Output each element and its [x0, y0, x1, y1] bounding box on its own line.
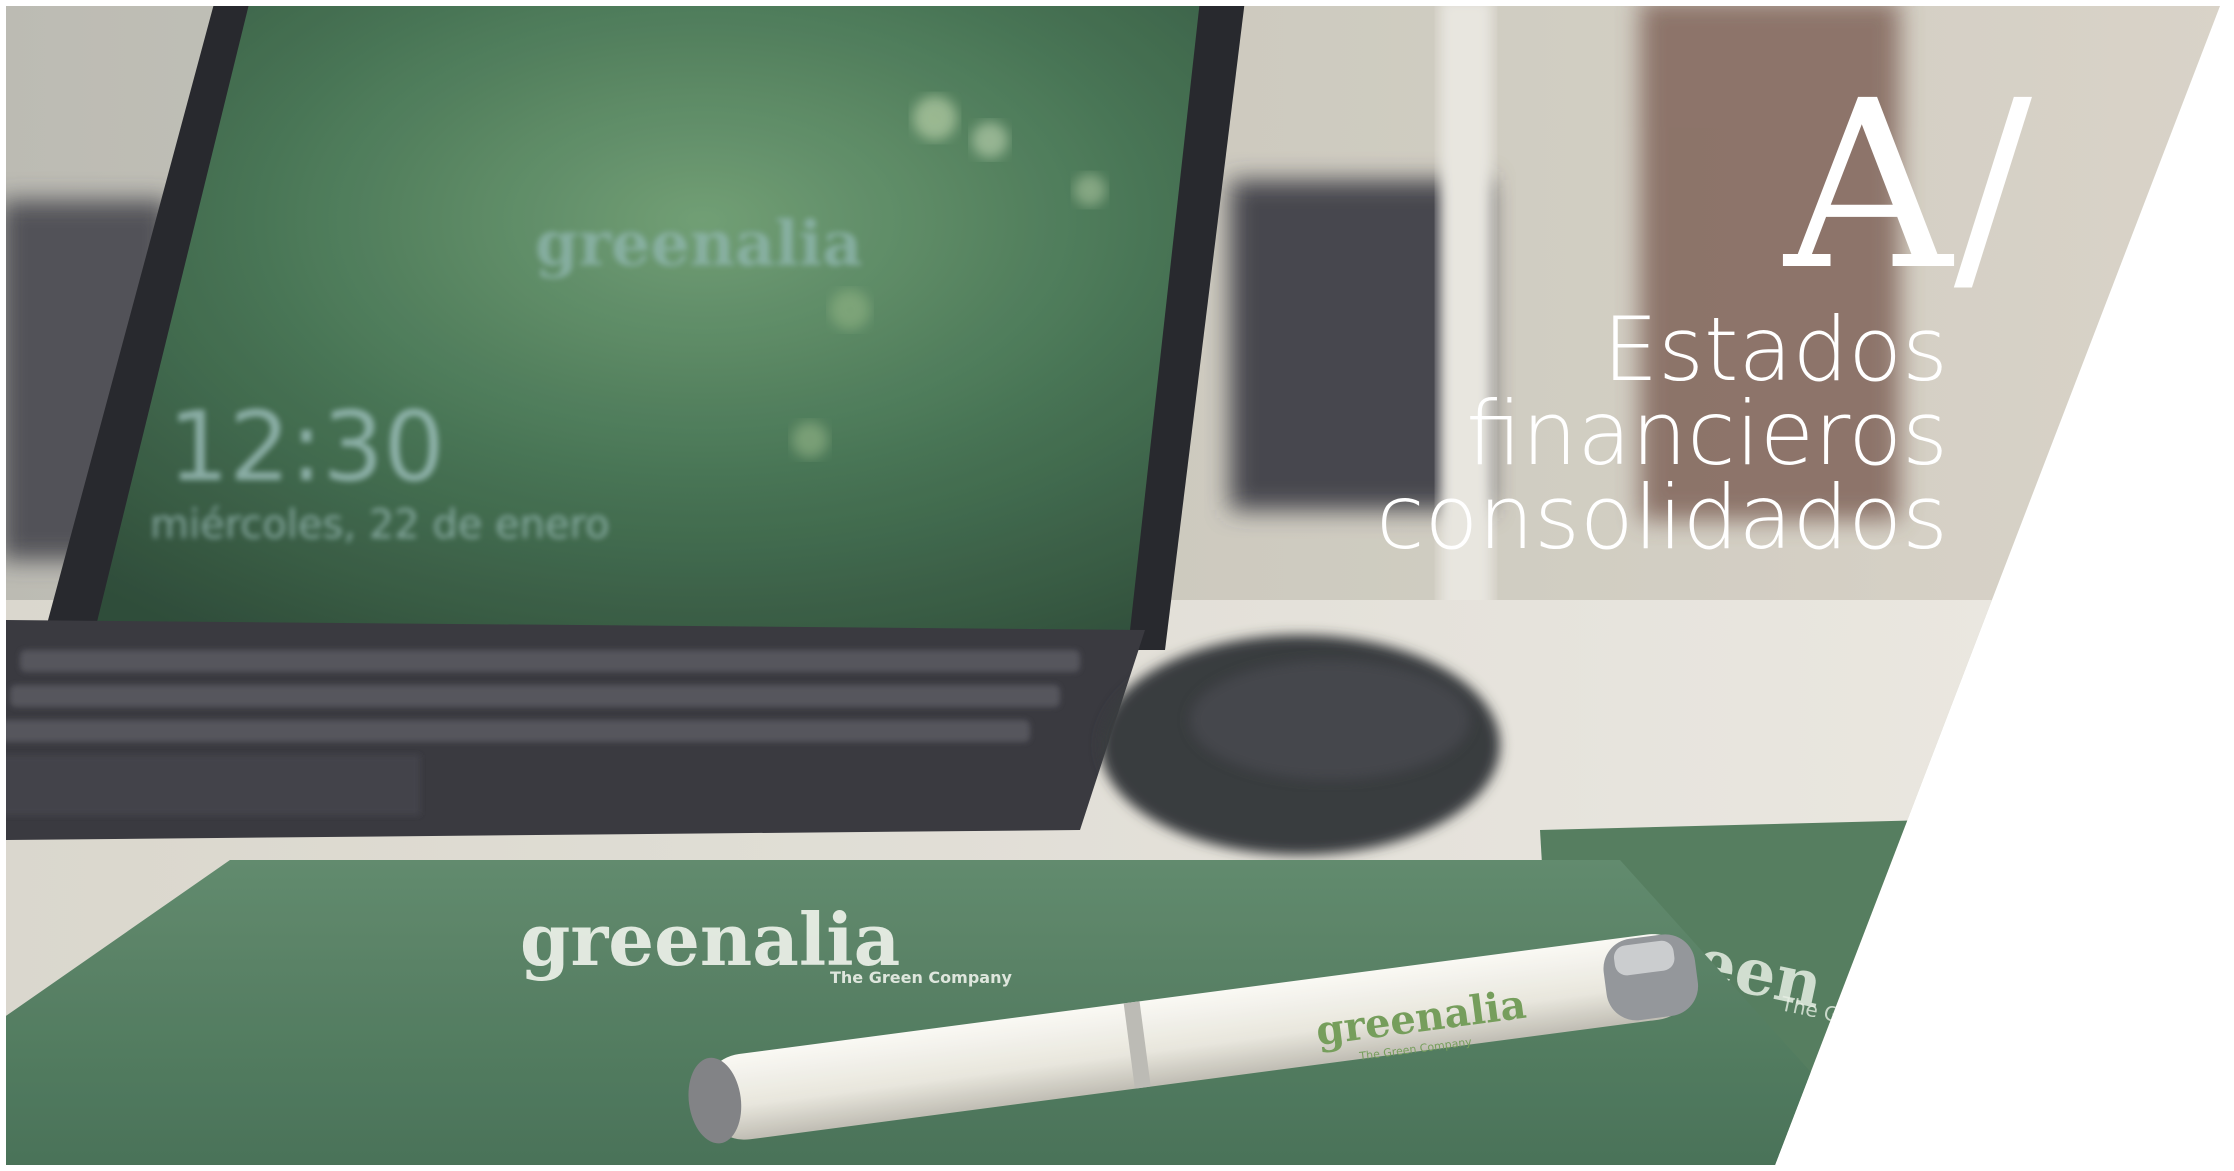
section-letter: A/ [1784, 51, 2034, 321]
section-heading-line-1: Estados [1602, 298, 1948, 401]
cover-page: greenalia 12:30 miércoles, 22 de enero g… [0, 0, 2234, 1171]
section-heading-line-2: financieros [1466, 382, 1948, 485]
section-heading-line-3: consolidados [1376, 466, 1948, 569]
section-title-block: A/ Estados financieros consolidados [1376, 70, 2032, 569]
section-heading: Estados financieros consolidados [1376, 298, 1948, 569]
